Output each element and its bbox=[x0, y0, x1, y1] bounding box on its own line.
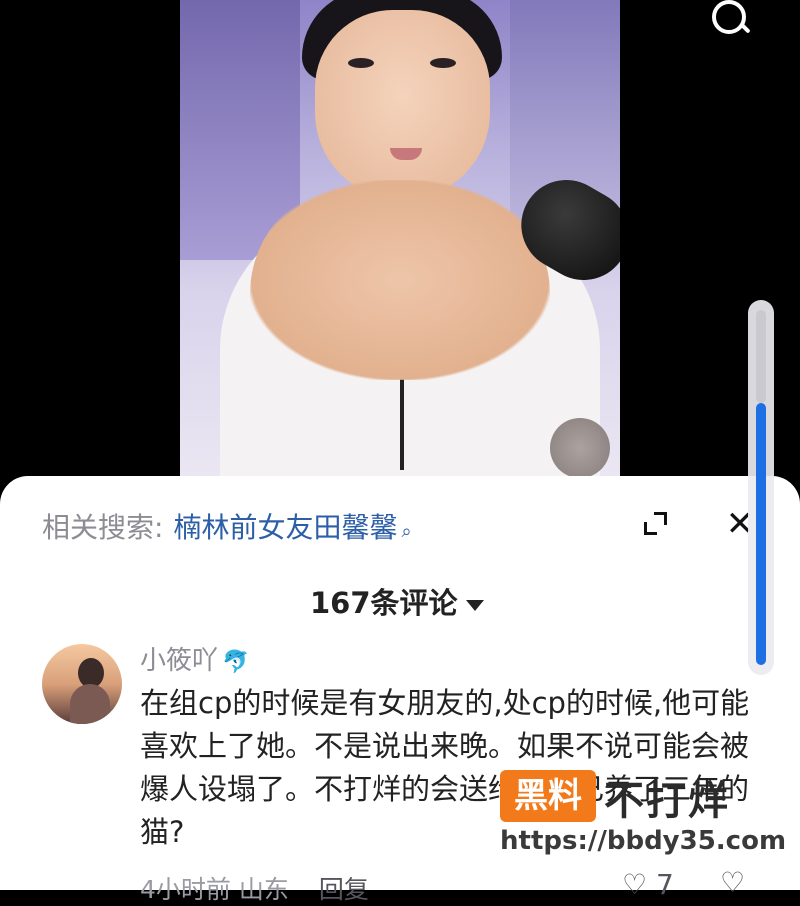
search-icon[interactable] bbox=[706, 0, 754, 44]
username-text: 小筱吖 bbox=[140, 646, 219, 676]
video-frame bbox=[180, 0, 620, 490]
caret-down-icon bbox=[465, 599, 484, 611]
search-icon: ⌕ bbox=[401, 521, 412, 542]
comment-meta: 4小时前 山东 回复 bbox=[140, 870, 369, 906]
watermark-badge: 黑料 bbox=[500, 770, 596, 822]
avatar[interactable] bbox=[42, 644, 122, 724]
comment-username[interactable]: 小筱吖 🐬 bbox=[140, 640, 249, 677]
like-count: 7 bbox=[656, 868, 674, 901]
like-button[interactable]: ♡ 7 bbox=[622, 868, 674, 901]
person-face bbox=[315, 10, 490, 200]
person-eye bbox=[430, 58, 456, 68]
scrollbar-track bbox=[756, 310, 766, 403]
dislike-button[interactable]: ♡ bbox=[720, 866, 745, 899]
related-search-keyword[interactable]: 楠林前女友田馨馨 bbox=[173, 511, 397, 544]
floating-assist-button[interactable] bbox=[550, 418, 610, 478]
person-eye bbox=[348, 58, 374, 68]
comment-count-label: 167条评论 bbox=[310, 586, 458, 620]
related-search-label: 相关搜索: bbox=[42, 511, 164, 544]
scrollbar[interactable] bbox=[748, 300, 774, 675]
dolphin-emoji: 🐬 bbox=[222, 650, 250, 675]
broken-heart-icon: ♡ bbox=[720, 866, 746, 899]
related-search[interactable]: 相关搜索: 楠林前女友田馨馨 ⌕ bbox=[42, 506, 412, 546]
watermark: 黑料 不打烊 https://bbdy35.com bbox=[500, 764, 786, 860]
video-player[interactable] bbox=[0, 0, 800, 500]
watermark-text: 不打烊 bbox=[604, 778, 730, 824]
expand-icon[interactable] bbox=[640, 510, 670, 540]
comment-count-sort[interactable]: 167条评论 bbox=[310, 580, 484, 622]
person-hands bbox=[250, 180, 550, 380]
watermark-url: https://bbdy35.com bbox=[500, 826, 787, 856]
heart-icon: ♡ bbox=[622, 868, 648, 901]
scrollbar-thumb[interactable] bbox=[756, 403, 766, 665]
